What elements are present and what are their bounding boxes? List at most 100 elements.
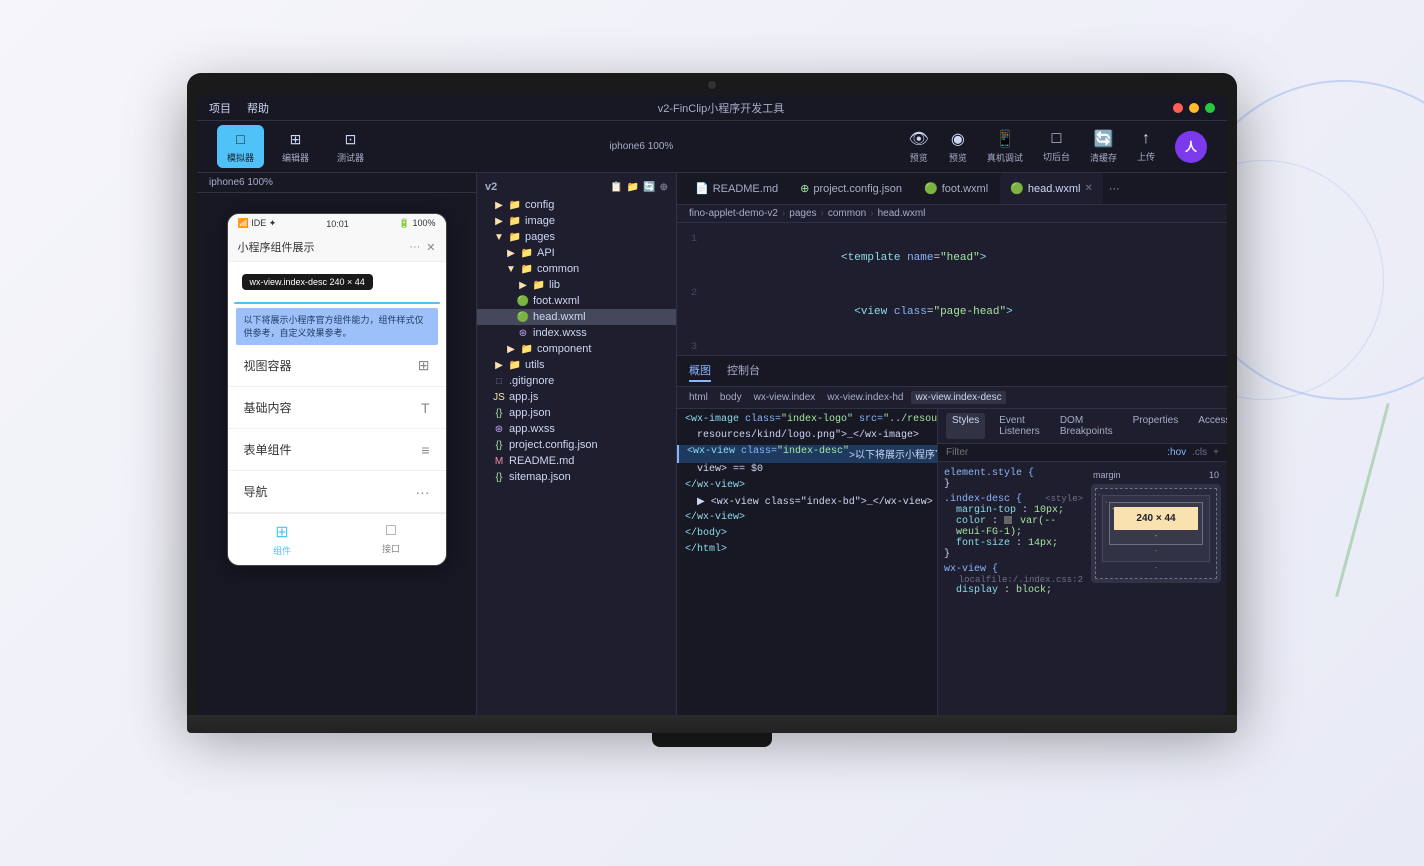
tab-readme[interactable]: 📄 README.md xyxy=(685,173,788,204)
toolbar-simulate-btn[interactable]: □ 模拟器 xyxy=(217,125,264,168)
close-btn[interactable] xyxy=(1173,103,1183,113)
path-html[interactable]: html xyxy=(685,391,712,404)
styles-tabs: Styles Event Listeners DOM Breakpoints P… xyxy=(938,409,1227,444)
tab-head-wxml[interactable]: 🟢 head.wxml ✕ xyxy=(1000,173,1103,204)
styles-tab-dom-breakpoints[interactable]: DOM Breakpoints xyxy=(1054,413,1119,439)
bottom-nav-component[interactable]: ⊞ 组件 xyxy=(228,514,337,565)
menu-item-help[interactable]: 帮助 xyxy=(247,100,269,116)
nav-item-label-nav: 导航 xyxy=(244,483,268,500)
html-line-3: <wx-view class= "index-desc" >以下将展示小程序官方… xyxy=(677,445,937,463)
file-tree: v2 📋 📁 🔄 ⊕ ▶ 📁 confi xyxy=(477,173,677,715)
styles-tab-properties[interactable]: Properties xyxy=(1127,413,1185,439)
tab-project-config[interactable]: ⊕ project.config.json xyxy=(790,173,912,204)
debug-label: 测试器 xyxy=(337,151,364,164)
breadcrumb-part-2: pages xyxy=(789,208,816,219)
file-tree-component[interactable]: ▶ 📁 component xyxy=(477,341,676,357)
nav-item-nav[interactable]: 导航 ··· xyxy=(228,471,446,513)
val-display: block; xyxy=(1016,585,1052,596)
line-content-3: <view class="page-head-title">{{title}}<… xyxy=(709,339,1179,355)
laptop-camera xyxy=(708,81,716,89)
file-tree-sitemap[interactable]: {} sitemap.json xyxy=(477,469,676,485)
tabs-more[interactable]: ··· xyxy=(1105,183,1124,195)
toolbar-clear-action[interactable]: 🔄 清缓存 xyxy=(1090,129,1117,164)
phone-status-bar: 📶 IDE ✦ 10:01 🔋 100% xyxy=(228,214,446,233)
file-name: head.wxml xyxy=(533,311,586,323)
bottom-tab-overview[interactable]: 概图 xyxy=(689,360,711,382)
filter-hov[interactable]: :hov xyxy=(1167,447,1186,458)
file-tree-lib[interactable]: ▶ 📁 lib xyxy=(477,277,676,293)
file-action-copy[interactable]: 📋 xyxy=(610,182,622,193)
toolbar-debug-btn[interactable]: ⊡ 测试器 xyxy=(327,125,374,168)
html-line-val-2: "../resources/kind/logo.png" xyxy=(883,414,937,425)
path-wx-view-index-hd[interactable]: wx-view.index-hd xyxy=(823,391,907,404)
styles-tab-styles[interactable]: Styles xyxy=(946,413,985,439)
breadcrumb-part-3: common xyxy=(828,208,866,219)
folder-icon-3: 📁 xyxy=(509,215,521,227)
toolbar-upload-action[interactable]: ↑ 上传 xyxy=(1137,130,1155,163)
breadcrumb-sep-3: › xyxy=(870,208,873,219)
phone-content: wx-view.index-desc 240 × 44 以下将展示小程序官方组件… xyxy=(228,262,446,345)
html-line-val-1: "index-logo" xyxy=(781,414,853,425)
file-tree-common[interactable]: ▼ 📁 common xyxy=(477,261,676,277)
folder-icon-5: 📁 xyxy=(521,247,533,259)
styles-tab-event-listeners[interactable]: Event Listeners xyxy=(993,413,1046,439)
html-preview[interactable]: <wx-image class= "index-logo" src= "../r… xyxy=(677,409,937,715)
md-icon: M xyxy=(493,455,505,467)
toolbar-preview-action[interactable]: 👁 预览 xyxy=(909,129,929,164)
file-tree-app-js[interactable]: JS app.js xyxy=(477,389,676,405)
file-tree-app-json[interactable]: {} app.json xyxy=(477,405,676,421)
file-tree-index-wxss[interactable]: ⊛ index.wxss xyxy=(477,325,676,341)
border-label-inner: - xyxy=(1105,497,1108,506)
device-icon: 📱 xyxy=(995,129,1015,149)
toolbar-edit-btn[interactable]: ⊞ 编辑器 xyxy=(272,125,319,168)
tab-foot-wxml[interactable]: 🟢 foot.wxml xyxy=(914,173,998,204)
bottom-nav-interface[interactable]: □ 接口 xyxy=(337,514,446,565)
breadcrumb-sep-1: › xyxy=(782,208,785,219)
file-tree-head-wxml[interactable]: 🟢 head.wxml xyxy=(477,309,676,325)
file-tree-image[interactable]: ▶ 📁 image xyxy=(477,213,676,229)
file-tree-root-label: v2 xyxy=(485,181,497,193)
tab-close-head[interactable]: ✕ xyxy=(1084,183,1092,194)
toolbar-cut-action[interactable]: □ 切后台 xyxy=(1043,130,1070,163)
path-wx-view-index-desc[interactable]: wx-view.index-desc xyxy=(911,391,1005,404)
more-icon[interactable]: ··· xyxy=(409,241,420,254)
filter-cls[interactable]: .cls xyxy=(1192,447,1207,458)
file-tree-gitignore[interactable]: □ .gitignore xyxy=(477,373,676,389)
file-tree-config[interactable]: ▶ 📁 config xyxy=(477,197,676,213)
simulate-label: 模拟器 xyxy=(227,151,254,164)
minimize-btn[interactable] xyxy=(1189,103,1199,113)
styles-tab-accessibility[interactable]: Accessibility xyxy=(1192,413,1227,439)
menu-item-project[interactable]: 项目 xyxy=(209,100,231,116)
source-wx-view: localfile:/.index.css:2 xyxy=(959,575,1083,585)
path-body[interactable]: body xyxy=(716,391,746,404)
toolbar-preview2-action[interactable]: ◉ 预览 xyxy=(949,129,967,164)
file-tree-app-wxss[interactable]: ⊛ app.wxss xyxy=(477,421,676,437)
nav-item-view-container[interactable]: 视图容器 ⊞ xyxy=(228,345,446,387)
file-action-refresh[interactable]: 🔄 xyxy=(643,182,655,193)
close-phone-icon[interactable]: ✕ xyxy=(426,241,435,254)
nav-item-basic[interactable]: 基础内容 T xyxy=(228,387,446,429)
maximize-btn[interactable] xyxy=(1205,103,1215,113)
html-attr-3: class= xyxy=(735,446,777,457)
filter-plus[interactable]: + xyxy=(1213,447,1219,458)
user-avatar[interactable]: 人 xyxy=(1175,131,1207,163)
file-tree-project-config[interactable]: {} project.config.json xyxy=(477,437,676,453)
toolbar-device-action[interactable]: 📱 真机调试 xyxy=(987,129,1023,164)
file-action-add[interactable]: ⊕ xyxy=(660,182,668,193)
file-tree-foot-wxml[interactable]: 🟢 foot.wxml xyxy=(477,293,676,309)
file-tree-pages[interactable]: ▼ 📁 pages xyxy=(477,229,676,245)
file-tree-api[interactable]: ▶ 📁 API xyxy=(477,245,676,261)
file-tree-readme[interactable]: M README.md xyxy=(477,453,676,469)
code-editor[interactable]: 1 <template name="head"> 2 <view class="… xyxy=(677,223,1227,355)
path-wx-view-index[interactable]: wx-view.index xyxy=(750,391,820,404)
filter-input[interactable] xyxy=(946,447,1161,458)
file-action-new-folder[interactable]: 📁 xyxy=(627,182,639,193)
nav-item-form[interactable]: 表单组件 ≡ xyxy=(228,429,446,471)
component-nav-label: 组件 xyxy=(273,544,291,557)
bottom-tab-console[interactable]: 控制台 xyxy=(727,360,760,382)
style-rule-index-desc: .index-desc { <style> margin-top : xyxy=(944,494,1083,560)
file-tree-utils[interactable]: ▶ 📁 utils xyxy=(477,357,676,373)
source-index-desc: <style> xyxy=(1045,494,1083,504)
preview-label: iphone6 100% xyxy=(609,141,673,152)
nav-item-icon-nav: ··· xyxy=(416,484,430,500)
